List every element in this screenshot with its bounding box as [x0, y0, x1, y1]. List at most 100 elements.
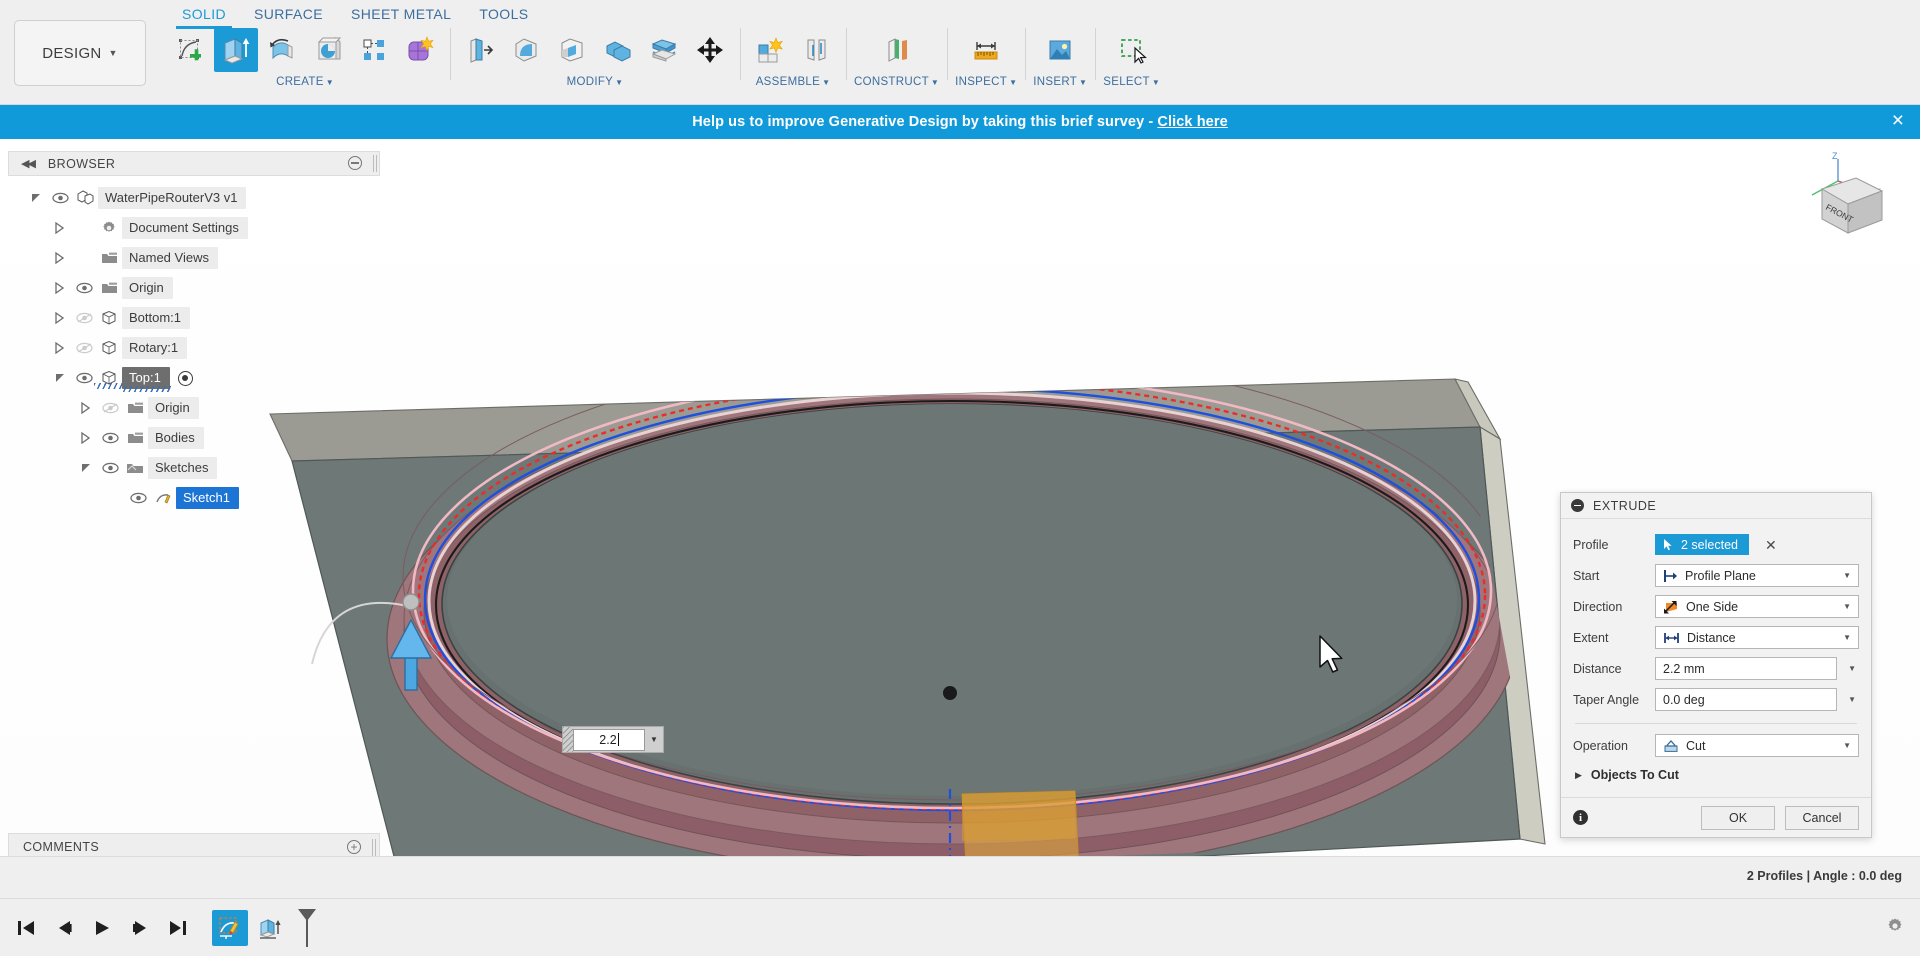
gear-icon[interactable] [1886, 917, 1904, 935]
tree-item-origin[interactable]: Origin [8, 273, 380, 303]
tab-sheet-metal[interactable]: SHEET METAL [337, 2, 465, 29]
step-back-icon[interactable] [52, 915, 76, 941]
operation-dropdown[interactable]: Cut ▼ [1655, 734, 1859, 757]
extrude-icon[interactable] [214, 28, 258, 72]
go-to-beginning-icon[interactable] [14, 915, 38, 941]
visibility-eye-icon[interactable] [48, 192, 72, 204]
go-to-end-icon[interactable] [166, 915, 190, 941]
revolve-icon[interactable] [260, 28, 304, 72]
chevron-down-icon[interactable]: ▼ [1848, 695, 1856, 704]
ribbon-group-create-label[interactable]: CREATE ▼ [276, 76, 334, 88]
collapse-arrow-icon[interactable] [54, 222, 72, 234]
objects-to-cut-section[interactable]: ▶ Objects To Cut [1573, 761, 1859, 791]
shell-icon[interactable] [550, 28, 594, 72]
profile-selection-button[interactable]: 2 selected [1655, 534, 1749, 555]
tree-item-sketches[interactable]: Sketches [8, 453, 380, 483]
direction-dropdown[interactable]: One Side ▼ [1655, 595, 1859, 618]
measure-icon[interactable] [964, 28, 1008, 72]
tree-item-named-views[interactable]: Named Views [8, 243, 380, 273]
visibility-eye-icon[interactable] [72, 282, 96, 294]
tree-item-bodies[interactable]: Bodies [8, 423, 380, 453]
fillet-icon[interactable] [504, 28, 548, 72]
extrude-dialog-header[interactable]: EXTRUDE [1561, 493, 1871, 519]
chevron-down-icon[interactable]: ▼ [645, 735, 663, 744]
ok-button[interactable]: OK [1701, 805, 1775, 830]
timeline-feature-sketch1[interactable] [212, 909, 248, 946]
tab-solid[interactable]: SOLID [168, 2, 240, 29]
sweep-icon[interactable] [306, 28, 350, 72]
collapse-arrow-icon[interactable] [80, 402, 98, 414]
ribbon-group-assemble-label[interactable]: ASSEMBLE ▼ [756, 76, 831, 88]
tree-item-top-origin[interactable]: Origin [8, 393, 380, 423]
dimension-input-group[interactable]: 2.2 ▼ [562, 726, 664, 753]
combine-icon[interactable] [596, 28, 640, 72]
create-sketch-icon[interactable] [168, 28, 212, 72]
start-dropdown[interactable]: Profile Plane ▼ [1655, 564, 1859, 587]
dimension-drag-grip[interactable] [563, 727, 573, 752]
new-component-icon[interactable] [748, 28, 792, 72]
pattern-icon[interactable] [352, 28, 396, 72]
activate-component-radio[interactable] [177, 370, 193, 386]
split-face-icon[interactable] [642, 28, 686, 72]
form-icon[interactable] [398, 28, 442, 72]
tree-item-document-settings[interactable]: Document Settings [8, 213, 380, 243]
offset-plane-icon[interactable] [875, 28, 919, 72]
distance-input[interactable]: 2.2 [573, 728, 645, 751]
select-window-icon[interactable] [1110, 28, 1154, 72]
comments-expand-button[interactable]: + [347, 840, 361, 854]
expand-arrow-icon[interactable] [54, 372, 72, 384]
ribbon-group-select-label[interactable]: SELECT ▼ [1103, 76, 1160, 88]
collapse-left-icon[interactable]: ◀◀ [21, 157, 36, 170]
visibility-eye-icon[interactable] [72, 372, 96, 384]
browser-collapse-button[interactable] [348, 156, 362, 170]
minimize-icon[interactable] [1571, 499, 1584, 512]
collapse-arrow-icon[interactable] [54, 342, 72, 354]
visibility-eye-off-icon[interactable] [98, 402, 122, 414]
tree-item-root[interactable]: WaterPipeRouterV3 v1 [8, 183, 380, 213]
tree-item-rotary[interactable]: Rotary:1 [8, 333, 380, 363]
tab-tools[interactable]: TOOLS [465, 2, 542, 29]
view-cube[interactable]: Z X FRONT [1772, 151, 1892, 256]
joint-icon[interactable] [794, 28, 838, 72]
workspace-switcher[interactable]: DESIGN ▼ [14, 20, 146, 86]
clear-selection-icon[interactable]: ✕ [1765, 538, 1777, 552]
ribbon-group-modify-label[interactable]: MODIFY ▼ [567, 76, 624, 88]
collapse-arrow-icon[interactable] [54, 252, 72, 264]
extent-dropdown[interactable]: Distance ▼ [1655, 626, 1859, 649]
cancel-button[interactable]: Cancel [1785, 805, 1859, 830]
survey-banner-link[interactable]: Click here [1157, 114, 1227, 130]
comments-resize-grip[interactable] [372, 839, 376, 856]
ribbon-group-inspect-label[interactable]: INSPECT ▼ [955, 76, 1017, 88]
collapse-arrow-icon[interactable] [80, 432, 98, 444]
play-icon[interactable] [90, 915, 114, 941]
distance-field[interactable]: 2.2 mm [1655, 657, 1837, 680]
insert-image-icon[interactable] [1038, 28, 1082, 72]
browser-resize-grip[interactable] [373, 155, 377, 172]
press-pull-icon[interactable] [458, 28, 502, 72]
close-icon[interactable]: × [1892, 110, 1904, 132]
chevron-down-icon[interactable]: ▼ [1848, 664, 1856, 673]
tree-item-top[interactable]: Top:1 [8, 363, 380, 393]
collapse-arrow-icon[interactable] [54, 312, 72, 324]
visibility-eye-off-icon[interactable] [72, 342, 96, 354]
ribbon-group-construct-label[interactable]: CONSTRUCT ▼ [854, 76, 939, 88]
visibility-eye-icon[interactable] [98, 462, 122, 474]
tab-surface[interactable]: SURFACE [240, 2, 337, 29]
visibility-eye-icon[interactable] [126, 492, 150, 504]
timeline-marker-icon[interactable] [294, 907, 320, 949]
taper-angle-field[interactable]: 0.0 deg [1655, 688, 1837, 711]
timeline-feature-extrude[interactable] [252, 910, 288, 946]
step-forward-icon[interactable] [128, 915, 152, 941]
comments-panel[interactable]: COMMENTS + [8, 833, 380, 856]
move-copy-icon[interactable] [688, 28, 732, 72]
viewport-canvas[interactable]: ◀◀ BROWSER WaterPipeRouterV3 v1 Document… [0, 139, 1920, 856]
tree-item-bottom[interactable]: Bottom:1 [8, 303, 380, 333]
info-icon[interactable]: i [1573, 810, 1588, 825]
expand-arrow-icon[interactable] [30, 192, 48, 204]
expand-arrow-icon[interactable] [80, 462, 98, 474]
visibility-eye-off-icon[interactable] [72, 312, 96, 324]
ribbon-group-insert-label[interactable]: INSERT ▼ [1033, 76, 1087, 88]
collapse-arrow-icon[interactable] [54, 282, 72, 294]
visibility-eye-icon[interactable] [98, 432, 122, 444]
tree-item-sketch1[interactable]: Sketch1 [8, 483, 380, 513]
